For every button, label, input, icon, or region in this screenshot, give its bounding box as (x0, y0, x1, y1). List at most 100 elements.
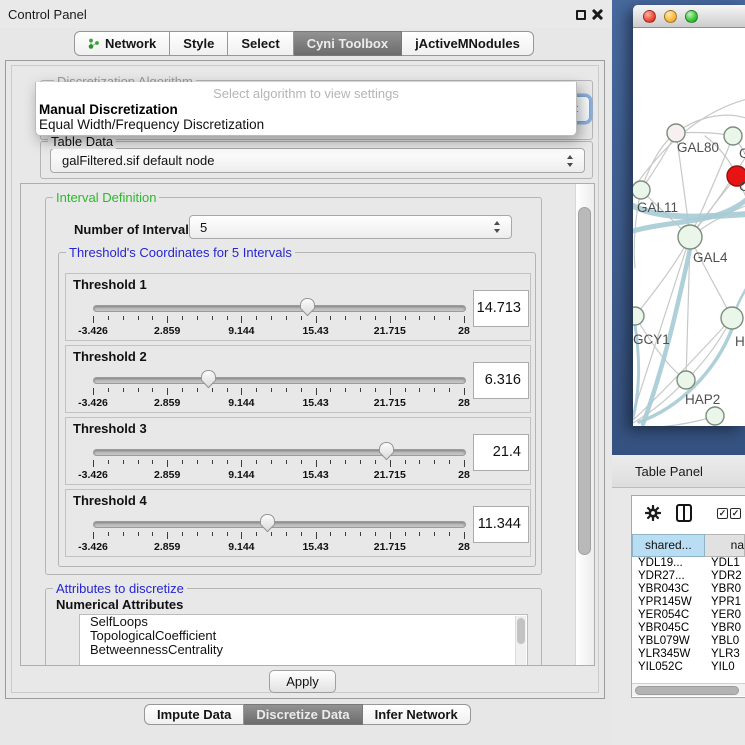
tab-impute-data[interactable]: Impute Data (144, 704, 244, 725)
cell-name[interactable]: YBR0 (707, 622, 741, 635)
column-header-name[interactable]: na (705, 534, 745, 557)
tick-mark (271, 388, 272, 392)
checkbox-icon[interactable]: ✓ (730, 508, 741, 519)
slider-thumb[interactable] (378, 441, 395, 461)
window-close-traffic-light[interactable] (643, 10, 656, 23)
tab-style[interactable]: Style (170, 31, 228, 56)
table-row[interactable]: YIL052CYIL0 (632, 661, 745, 674)
network-window-titlebar[interactable] (633, 5, 745, 28)
node-top-right[interactable] (724, 127, 742, 145)
table-row[interactable]: YDL19...YDL1 (632, 557, 745, 570)
number-of-intervals-combobox[interactable]: 5 (189, 215, 512, 239)
cell-shared-name[interactable]: YLR345W (632, 648, 707, 661)
menu-item-manual-discretization[interactable]: Manual Discretization (39, 102, 178, 117)
attribute-list-item[interactable]: BetweennessCentrality (80, 643, 527, 657)
table-horizontal-scrollbar[interactable] (632, 683, 745, 696)
cell-shared-name[interactable]: YBL079W (632, 635, 707, 648)
slider-thumb[interactable] (200, 369, 217, 389)
cell-name[interactable]: YER0 (707, 609, 741, 622)
table-row[interactable]: YDR27...YDR2 (632, 570, 745, 583)
window-minimize-traffic-light[interactable] (664, 10, 677, 23)
node-gal4[interactable] (678, 225, 702, 249)
tab-select[interactable]: Select (228, 31, 293, 56)
tab-cyni-toolbox[interactable]: Cyni Toolbox (294, 31, 402, 56)
tick-mark (182, 532, 183, 536)
column-layout-icon[interactable] (676, 504, 692, 522)
attributes-list-scrollbar-thumb[interactable] (517, 618, 525, 644)
cell-name[interactable]: YBL0 (707, 635, 739, 648)
node-h[interactable] (721, 307, 743, 329)
cell-name[interactable]: YLR3 (707, 648, 740, 661)
table-data-combobox[interactable]: galFiltered.sif default node (50, 148, 585, 173)
threshold-value-field[interactable]: 6.316 (473, 362, 529, 399)
slider-thumb[interactable] (259, 513, 276, 533)
close-icon[interactable] (591, 8, 604, 21)
tick-mark (152, 532, 153, 536)
cell-name[interactable]: YDR2 (707, 570, 742, 583)
attribute-list-item[interactable]: TopologicalCoefficient (80, 629, 527, 643)
numerical-attributes-list[interactable]: SelfLoopsTopologicalCoefficientBetweenne… (79, 614, 528, 666)
cell-name[interactable]: YPR1 (707, 596, 741, 609)
tick-mark (108, 388, 109, 392)
slider-track[interactable] (93, 305, 466, 312)
threshold-value-field[interactable]: 14.713 (473, 290, 529, 327)
tick-mark (390, 460, 391, 467)
slider-thumb[interactable] (299, 297, 316, 317)
table-row[interactable]: YBL079WYBL0 (632, 635, 745, 648)
cell-name[interactable]: YDL1 (707, 557, 740, 570)
node-bottom[interactable] (706, 407, 724, 425)
tick-mark (301, 388, 302, 392)
tab-discretize-data[interactable]: Discretize Data (244, 704, 362, 725)
table-body: YDL19...YDL1YDR27...YDR2YBR043CYBR0YPR14… (632, 557, 745, 683)
tick-mark (434, 316, 435, 320)
tab-jactivemnodules[interactable]: jActiveMNodules (402, 31, 534, 56)
cell-shared-name[interactable]: YBR043C (632, 583, 707, 596)
table-row[interactable]: YLR345WYLR3 (632, 648, 745, 661)
slider-track[interactable] (93, 521, 466, 528)
table-row[interactable]: YBR045CYBR0 (632, 622, 745, 635)
attributes-list-scrollbar[interactable] (515, 616, 526, 666)
tick-mark (182, 316, 183, 320)
tab-network[interactable]: Network (74, 31, 170, 56)
gear-icon[interactable] (645, 505, 661, 526)
slider-track[interactable] (93, 377, 466, 384)
tab-infer-network[interactable]: Infer Network (363, 704, 471, 725)
attributes-group-label: Attributes to discretize (53, 581, 187, 596)
threshold-value-field[interactable]: 21.4 (473, 434, 529, 471)
tick-mark (197, 316, 198, 320)
threshold-value-field[interactable]: 11.344 (473, 506, 529, 543)
tick-mark (390, 532, 391, 539)
column-header-shared-name[interactable]: shared... (632, 534, 705, 557)
network-edge[interactable] (690, 148, 745, 237)
tick-label: 2.859 (154, 397, 180, 409)
tick-mark (256, 316, 257, 320)
tab-label: Discretize Data (256, 707, 349, 722)
float-window-icon[interactable] (576, 10, 586, 20)
apply-button[interactable]: Apply (269, 670, 336, 693)
node-gcy1[interactable] (633, 307, 644, 325)
cell-shared-name[interactable]: YDL19... (632, 557, 707, 570)
network-canvas[interactable]: GAL80GACGAL11GAL4GCY1HHAP2 (633, 28, 745, 426)
menu-item-equal-width-frequency[interactable]: Equal Width/Frequency Discretization (39, 117, 264, 132)
cell-shared-name[interactable]: YDR27... (632, 570, 707, 583)
window-zoom-traffic-light[interactable] (685, 10, 698, 23)
checkbox-icon[interactable]: ✓ (717, 508, 728, 519)
tick-mark (464, 316, 465, 323)
cell-name[interactable]: YBR0 (707, 583, 741, 596)
table-horizontal-scrollbar-thumb[interactable] (635, 686, 739, 695)
node-gal11[interactable] (633, 181, 650, 199)
cell-shared-name[interactable]: YBR045C (632, 622, 707, 635)
slider-track[interactable] (93, 449, 466, 456)
table-row[interactable]: YPR145WYPR1 (632, 596, 745, 609)
cell-shared-name[interactable]: YIL052C (632, 661, 707, 674)
cell-name[interactable]: YIL0 (707, 661, 735, 674)
table-row[interactable]: YBR043CYBR0 (632, 583, 745, 596)
table-row[interactable]: YER054CYER0 (632, 609, 745, 622)
settings-vertical-scrollbar-thumb[interactable] (578, 207, 591, 555)
node-hap2[interactable] (677, 371, 695, 389)
network-edge[interactable] (641, 133, 676, 190)
node-label-ga: GA (739, 146, 745, 161)
cell-shared-name[interactable]: YER054C (632, 609, 707, 622)
cell-shared-name[interactable]: YPR145W (632, 596, 707, 609)
attribute-list-item[interactable]: SelfLoops (80, 615, 527, 629)
